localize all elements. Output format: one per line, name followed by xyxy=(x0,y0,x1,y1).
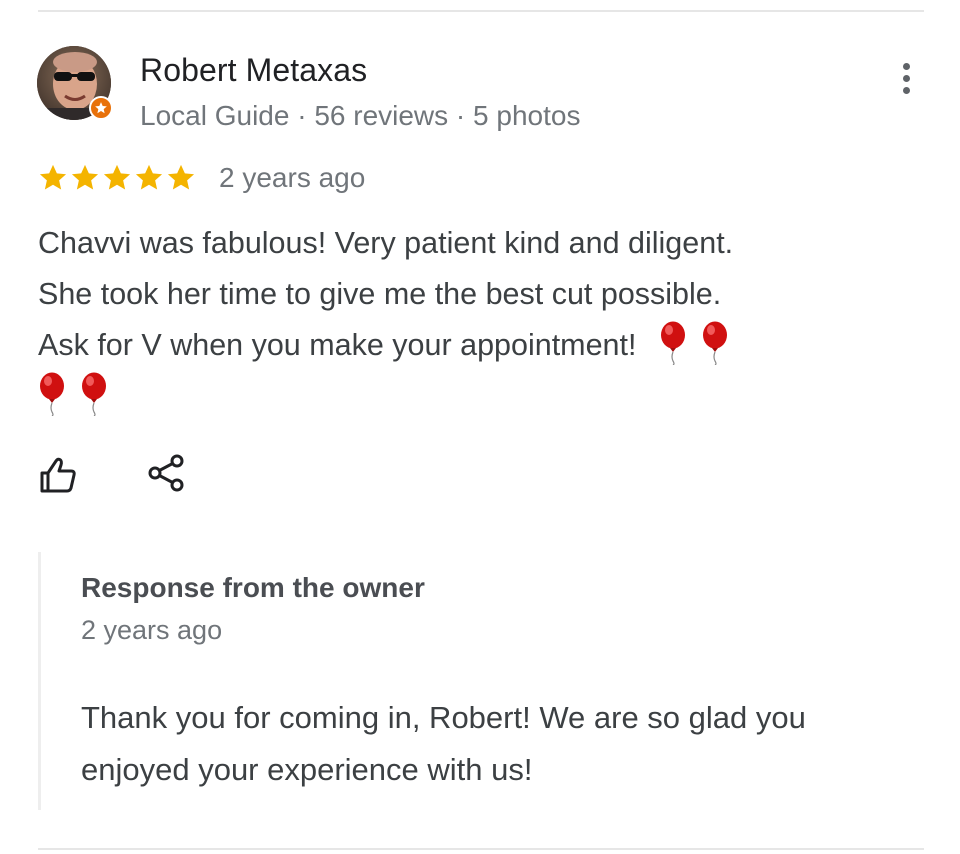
bottom-divider xyxy=(38,848,924,850)
like-button[interactable] xyxy=(38,455,78,495)
reviewer-meta: Local Guide · 56 reviews · 5 photos xyxy=(140,100,581,131)
more-vert-dot xyxy=(902,86,910,94)
star-icon xyxy=(103,164,131,190)
response-text-line: Thank you for coming in, Robert! We are … xyxy=(81,700,806,735)
balloon-emoji-icon xyxy=(702,321,727,365)
star-icon xyxy=(71,164,99,190)
review-date: 2 years ago xyxy=(219,162,366,193)
balloon-emoji-icon xyxy=(40,372,64,416)
balloon-emoji-icon xyxy=(82,372,106,416)
rating-row: 2 years ago xyxy=(37,158,365,198)
review-text-line: Chavvi was fabulous! Very patient kind a… xyxy=(38,226,734,260)
balloon-emoji-icon xyxy=(660,321,685,365)
review-text-line: She took her time to give me the best cu… xyxy=(38,277,722,311)
local-guide-badge-icon xyxy=(89,96,113,120)
response-text: Thank you for coming in, Robert! We are … xyxy=(81,692,911,796)
more-vert-icon xyxy=(902,62,910,70)
review-text-line: Ask for V when you make your appointment… xyxy=(38,320,898,371)
more-options-button[interactable] xyxy=(890,58,922,98)
more-vert-dot xyxy=(902,74,910,82)
star-icon xyxy=(39,164,67,190)
response-date: 2 years ago xyxy=(81,615,223,645)
reviewer-name[interactable]: Robert Metaxas xyxy=(140,52,367,89)
response-title: Response from the owner xyxy=(81,572,425,603)
share-icon xyxy=(148,454,184,492)
response-text-line: enjoyed your experience with us! xyxy=(81,752,533,787)
top-divider xyxy=(38,10,924,12)
star-icon xyxy=(135,164,163,190)
reviewer-avatar[interactable] xyxy=(37,46,113,120)
owner-response: Response from the owner 2 years ago Than… xyxy=(38,552,921,810)
review-text-segment: Ask for V when you make your appointment… xyxy=(38,328,637,362)
share-button[interactable] xyxy=(146,453,186,493)
review-emoji-line xyxy=(38,371,898,422)
star-icon xyxy=(167,164,195,190)
thumbs-up-icon xyxy=(40,457,76,493)
review-text: Chavvi was fabulous! Very patient kind a… xyxy=(38,218,898,422)
star-rating xyxy=(37,162,197,194)
